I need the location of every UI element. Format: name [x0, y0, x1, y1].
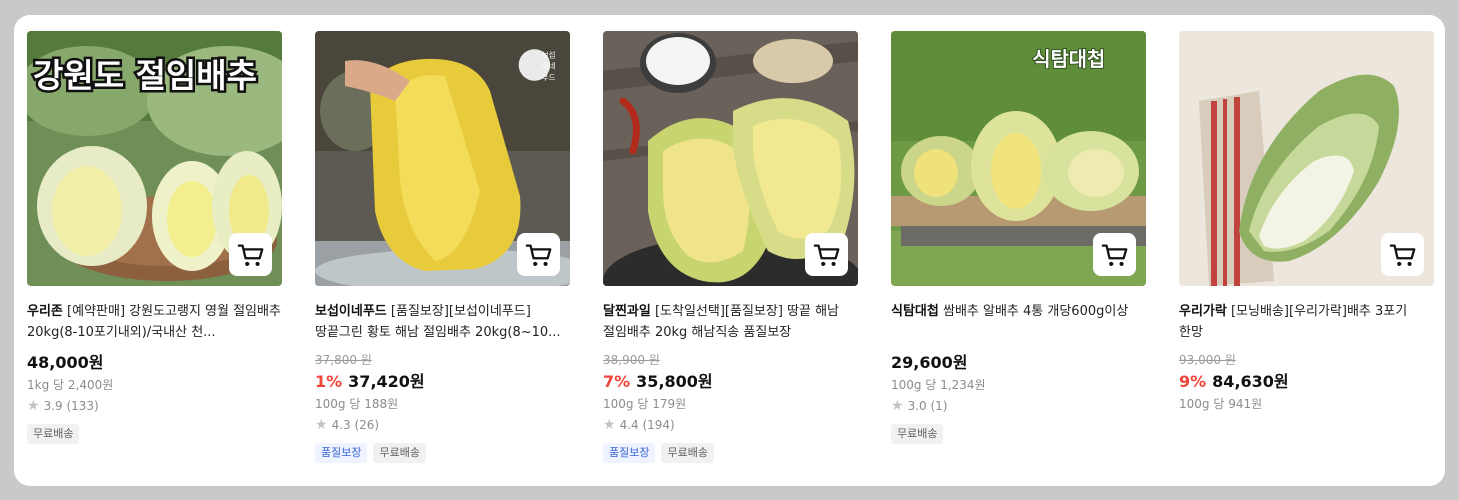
image-caption-text: 식탐대첩: [1032, 47, 1107, 72]
unit-price: 100g 당 1,234원: [891, 378, 986, 392]
add-to-cart-button[interactable]: [229, 233, 272, 276]
product-title[interactable]: 달찐과일 [도착일선택][품질보장] 땅끝 해남 절임배추 20kg 해남직송 …: [603, 301, 858, 343]
quality-guarantee-badge: 품질보장: [603, 443, 656, 463]
product-card[interactable]: 강원도 절임배추 우리존 [예약판매] 강원도고랭지 영월 절임배추 20kg(…: [27, 31, 282, 444]
sale-price: 29,600원: [891, 353, 968, 372]
free-shipping-badge: 무료배송: [27, 424, 80, 444]
price-row: 9% 84,630원: [1179, 371, 1434, 393]
star-icon: ★: [27, 398, 40, 414]
star-icon: ★: [315, 417, 328, 433]
sale-price: 37,420원: [348, 372, 425, 391]
rating: ★ 3.0 (1): [891, 398, 1146, 414]
svg-text:보섭: 보섭: [542, 50, 556, 60]
rating: ★ 3.9 (133): [27, 398, 282, 414]
discount-rate: 7%: [603, 372, 631, 391]
discount-rate: 9%: [1179, 372, 1207, 391]
product-image[interactable]: 강원도 절임배추: [27, 31, 282, 286]
shopping-cart-icon: [1389, 244, 1415, 266]
rating-value: 4.4 (194): [619, 418, 675, 432]
free-shipping-badge: 무료배송: [661, 443, 714, 463]
svg-text:식탐대첩: 식탐대첩: [1032, 48, 1105, 71]
badge-list: 무료배송: [891, 424, 1146, 444]
svg-text:강원도 절임배추: 강원도 절임배추: [33, 56, 257, 95]
brand-name: 우리존: [27, 304, 63, 319]
brand-logo: 보섭 이네 푸드: [518, 49, 556, 82]
unit-price: 100g 당 179원: [603, 397, 687, 411]
shopping-cart-icon: [1101, 244, 1127, 266]
star-icon: ★: [603, 417, 616, 433]
unit-price: 100g 당 188원: [315, 397, 399, 411]
shopping-cart-icon: [237, 244, 263, 266]
product-title[interactable]: 보섭이네푸드 [품질보장][보섭이네푸드]땅끝그린 황토 해남 절임배추 20k…: [315, 301, 570, 343]
brand-name: 우리가락: [1179, 304, 1227, 319]
original-price: 37,800 원: [315, 353, 372, 367]
product-title[interactable]: 식탐대첩 쌈배추 알배추 4통 개당600g이상: [891, 301, 1146, 343]
add-to-cart-button[interactable]: [1381, 233, 1424, 276]
rating: ★ 4.4 (194): [603, 417, 858, 433]
discount-rate: 1%: [315, 372, 343, 391]
price-row: 48,000원: [27, 352, 282, 374]
sale-price: 35,800원: [636, 372, 713, 391]
price-row: 29,600원: [891, 352, 1146, 374]
rating-value: 3.9 (133): [43, 399, 99, 413]
shopping-cart-icon: [813, 244, 839, 266]
price-row: 1% 37,420원: [315, 371, 570, 393]
product-card[interactable]: 달찐과일 [도착일선택][품질보장] 땅끝 해남 절임배추 20kg 해남직송 …: [603, 31, 858, 463]
product-image[interactable]: 보섭 이네 푸드: [315, 31, 570, 286]
product-card[interactable]: 우리가락 [모닝배송][우리가락]배추 3포기 한망 93,000 원 9% 84…: [1179, 31, 1434, 413]
add-to-cart-button[interactable]: [517, 233, 560, 276]
brand-name: 식탐대첩: [891, 304, 939, 319]
badge-list: 무료배송: [27, 424, 282, 444]
free-shipping-badge: 무료배송: [373, 443, 426, 463]
brand-name: 보섭이네푸드: [315, 304, 387, 319]
brand-name: 달찐과일: [603, 304, 651, 319]
svg-text:푸드: 푸드: [542, 73, 556, 82]
unit-price: 100g 당 941원: [1179, 397, 1263, 411]
free-shipping-badge: 무료배송: [891, 424, 944, 444]
product-card[interactable]: 보섭 이네 푸드 보섭이네푸드 [품질보장][보섭이네푸드]땅끝그린 황토 해남…: [315, 31, 570, 463]
product-name: [예약판매] 강원도고랭지 영월 절임배추 20kg(8-10포기내외)/국내산…: [27, 304, 281, 340]
product-name: 쌈배추 알배추 4통 개당600g이상: [942, 304, 1129, 319]
price-row: 7% 35,800원: [603, 371, 858, 393]
original-price: 38,900 원: [603, 353, 660, 367]
product-list-panel: 강원도 절임배추 우리존 [예약판매] 강원도고랭지 영월 절임배추 20kg(…: [14, 15, 1445, 486]
product-image[interactable]: [1179, 31, 1434, 286]
unit-price: 1kg 당 2,400원: [27, 378, 114, 392]
rating-value: 3.0 (1): [907, 399, 948, 413]
product-image[interactable]: [603, 31, 858, 286]
product-title[interactable]: 우리가락 [모닝배송][우리가락]배추 3포기 한망: [1179, 301, 1434, 343]
shopping-cart-icon: [525, 244, 551, 266]
rating: ★ 4.3 (26): [315, 417, 570, 433]
product-image[interactable]: 식탐대첩: [891, 31, 1146, 286]
add-to-cart-button[interactable]: [805, 233, 848, 276]
badge-list: 품질보장 무료배송: [603, 443, 858, 463]
star-icon: ★: [891, 398, 904, 414]
original-price: 93,000 원: [1179, 353, 1236, 367]
svg-text:이네: 이네: [542, 61, 556, 71]
add-to-cart-button[interactable]: [1093, 233, 1136, 276]
sale-price: 84,630원: [1212, 372, 1289, 391]
badge-list: 품질보장 무료배송: [315, 443, 570, 463]
sale-price: 48,000원: [27, 353, 104, 372]
quality-guarantee-badge: 품질보장: [315, 443, 368, 463]
product-title[interactable]: 우리존 [예약판매] 강원도고랭지 영월 절임배추 20kg(8-10포기내외)…: [27, 301, 282, 343]
image-caption-text: 강원도 절임배추: [31, 54, 260, 98]
product-card[interactable]: 식탐대첩 식탐대첩 쌈배추 알배추 4통 개당600g이상 29,600원 10…: [891, 31, 1146, 444]
rating-value: 4.3 (26): [331, 418, 380, 432]
